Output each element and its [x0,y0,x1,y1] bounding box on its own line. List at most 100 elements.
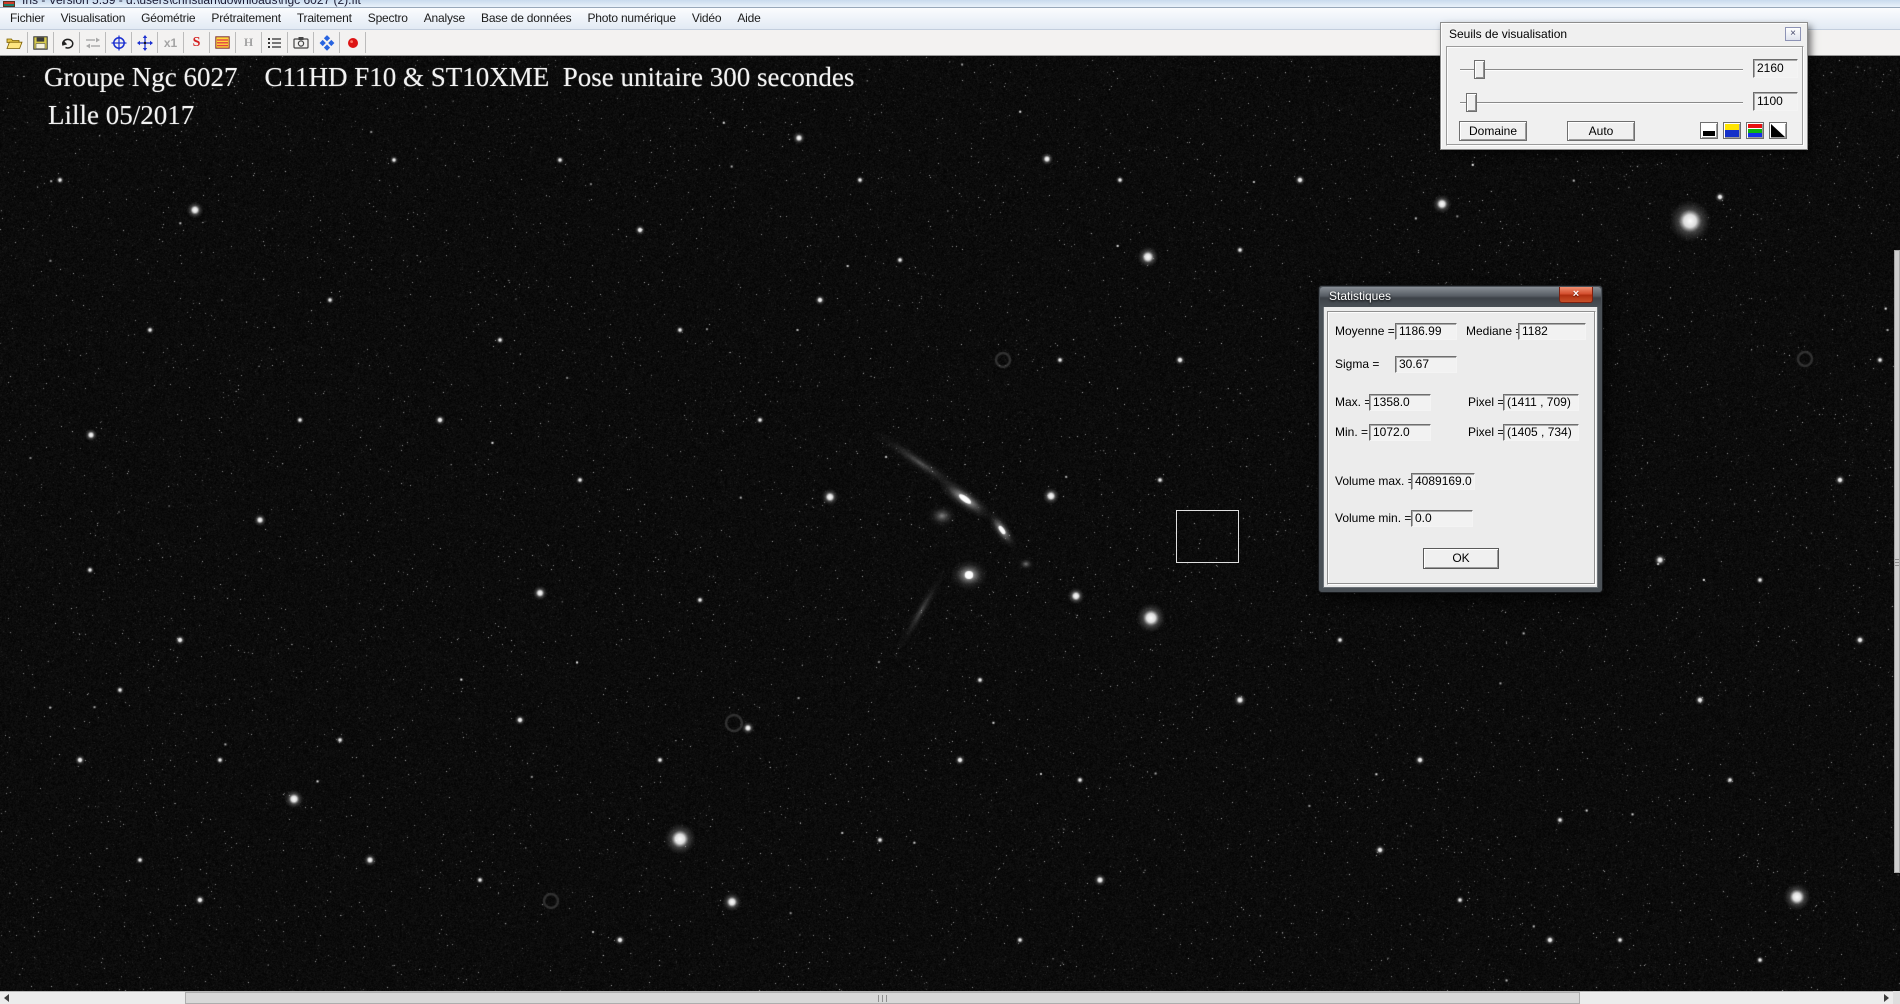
statistics-dialog: Statistiques × Moyenne = 1186.99 Mediane… [1318,285,1603,593]
scrollbar-corner [1893,991,1900,1004]
volume-max-label: Volume max. = [1335,474,1415,488]
thresholds-dialog: Seuils de visualisation × 2160 1100 Doma… [1440,22,1808,150]
horizontal-scrollbar[interactable] [0,991,1893,1004]
camera-icon [292,37,309,49]
red-dot-icon [347,37,358,48]
list-icon [268,38,281,48]
vertical-scrollbar-thumb[interactable] [1894,250,1900,873]
menu-aide[interactable]: Aide [729,8,768,29]
moyenne-label: Moyenne = [1335,324,1395,338]
marker-button[interactable] [340,32,366,53]
horizontal-scrollbar-thumb[interactable] [185,992,1580,1004]
menu-traitement[interactable]: Traitement [289,8,360,29]
image-caption-line1: Groupe Ngc 6027 C11HD F10 & ST10XME Pose… [44,62,855,92]
rotate-s-icon: S [192,34,201,50]
scrollbar-grip-icon [1895,559,1899,567]
yellow-blue-icon-bottom [1725,130,1739,137]
thresholds-button-disabled[interactable] [80,32,106,53]
image-caption-line2: Lille 05/2017 [48,100,195,130]
selection-rectangle[interactable] [1176,510,1239,563]
high-threshold-slider-thumb[interactable] [1474,60,1485,79]
false-color-mode-button[interactable] [1723,122,1741,139]
palette-button[interactable] [210,32,236,53]
sigma-field[interactable]: 30.67 [1395,356,1457,373]
gradient-mode-button[interactable] [1769,122,1787,139]
pan-button[interactable] [132,32,158,53]
save-button[interactable] [28,32,54,53]
x1-icon: x1 [163,35,178,50]
blue-diamonds-icon [319,34,334,51]
undo-arrow-icon [61,38,73,49]
black-white-icon [1703,131,1715,136]
zoom-x1-button-disabled[interactable]: x1 [158,32,184,53]
application-window: Iris - Version 5.59 - d:\users\christian… [0,0,1900,1004]
mosaic-button[interactable] [314,32,340,53]
max-pixel-label: Pixel = [1468,395,1505,409]
statistics-dialog-title: Statistiques [1329,289,1392,303]
low-threshold-field[interactable]: 1100 [1753,92,1798,111]
move-arrows-icon [136,34,153,51]
statistics-panel [1327,311,1596,585]
menu-pretraitement[interactable]: Prétraitement [203,8,288,29]
ok-button[interactable]: OK [1423,548,1499,569]
command-list-button[interactable] [262,32,288,53]
target-button[interactable] [106,32,132,53]
rotate-button[interactable]: S [184,32,210,53]
max-label: Max. = [1335,395,1372,409]
image-canvas[interactable] [0,56,1900,991]
menu-base-de-donnees[interactable]: Base de données [473,8,579,29]
menu-photo-numerique[interactable]: Photo numérique [579,8,683,29]
rgb-icon-blue [1748,133,1762,137]
scroll-right-button[interactable] [1880,992,1892,1004]
menu-analyse[interactable]: Analyse [416,8,473,29]
min-field[interactable]: 1072.0 [1369,424,1431,441]
levels-icon [85,37,100,48]
menu-fichier[interactable]: Fichier [2,8,53,29]
menu-spectro[interactable]: Spectro [360,8,416,29]
low-threshold-slider[interactable] [1460,102,1743,104]
window-title: Iris - Version 5.59 - d:\users\christian… [22,0,361,7]
histogram-button-disabled[interactable]: H [236,32,262,53]
low-threshold-slider-thumb[interactable] [1466,93,1477,112]
statistics-close-button[interactable]: × [1559,287,1593,303]
open-file-button[interactable] [2,32,28,53]
arrow-right-icon [1883,994,1889,1002]
h-icon: H [243,35,254,49]
rgb-mode-button[interactable] [1746,122,1764,139]
open-folder-icon [6,38,23,49]
window-title-bar[interactable]: Iris - Version 5.59 - d:\users\christian… [0,0,1900,8]
mediane-label: Mediane = [1466,324,1523,338]
app-icon [3,1,15,7]
menu-video[interactable]: Vidéo [684,8,729,29]
thresholds-dialog-title: Seuils de visualisation [1449,27,1568,41]
high-threshold-field[interactable]: 2160 [1753,59,1798,78]
snapshot-button[interactable] [288,32,314,53]
volume-min-field[interactable]: 0.0 [1411,510,1473,527]
min-pixel-field[interactable]: (1405 , 734) [1503,424,1579,441]
floppy-disk-icon [33,35,48,50]
auto-button[interactable]: Auto [1567,121,1635,141]
volume-min-label: Volume min. = [1335,511,1412,525]
thresholds-close-button[interactable]: × [1785,27,1801,41]
max-pixel-field[interactable]: (1411 , 709) [1503,394,1579,411]
volume-max-field[interactable]: 4089169.0 [1411,473,1475,490]
mediane-field[interactable]: 1182 [1518,323,1586,340]
black-white-mode-button[interactable] [1700,122,1718,139]
min-pixel-label: Pixel = [1468,425,1505,439]
sigma-label: Sigma = [1335,357,1380,371]
high-threshold-slider[interactable] [1460,69,1743,71]
target-icon [111,35,126,50]
menu-visualisation[interactable]: Visualisation [53,8,134,29]
max-field[interactable]: 1358.0 [1369,394,1431,411]
triangle-gradient-icon [1771,124,1785,137]
undo-button[interactable] [54,32,80,53]
scrollbar-grip-icon [877,995,888,1002]
moyenne-field[interactable]: 1186.99 [1395,323,1457,340]
menu-geometrie[interactable]: Géométrie [133,8,203,29]
scroll-left-button[interactable] [0,992,12,1004]
arrow-left-icon [3,994,9,1002]
palette-icon [215,36,230,49]
min-label: Min. = [1335,425,1369,439]
domaine-button[interactable]: Domaine [1459,121,1527,141]
rgb-icon [1748,124,1762,128]
